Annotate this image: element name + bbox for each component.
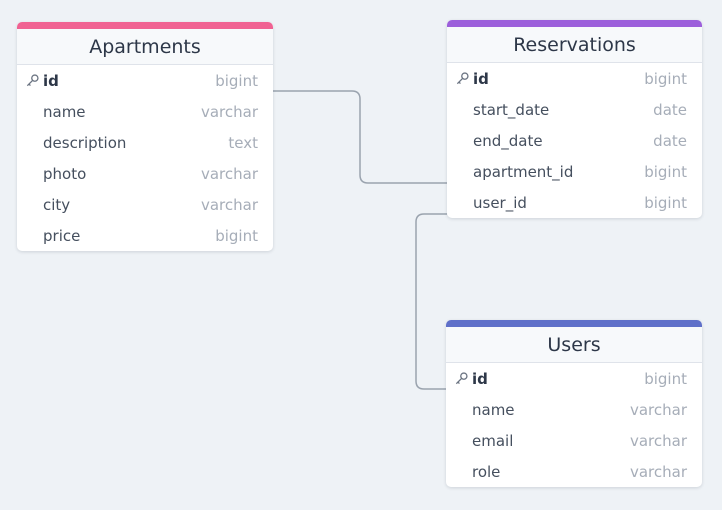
field-type: varchar	[200, 164, 258, 183]
field-type: varchar	[200, 102, 258, 121]
table-header[interactable]: Apartments	[17, 22, 273, 65]
field-row-apartment-id[interactable]: apartment_id bigint	[447, 156, 702, 187]
key-icon	[455, 372, 468, 385]
field-name: price	[43, 226, 81, 245]
relation-line-user[interactable]	[415, 213, 447, 390]
field-type: varchar	[200, 195, 258, 214]
field-type: varchar	[629, 462, 687, 481]
field-name: start_date	[473, 100, 550, 119]
field-name: id	[43, 71, 59, 90]
field-type: bigint	[644, 69, 687, 88]
field-type: text	[228, 133, 258, 152]
field-row-id[interactable]: id bigint	[447, 63, 702, 94]
field-type: bigint	[215, 226, 258, 245]
field-row-user-id[interactable]: user_id bigint	[447, 187, 702, 218]
field-name: end_date	[473, 131, 543, 150]
table-header[interactable]: Reservations	[447, 20, 702, 63]
field-row-id[interactable]: id bigint	[17, 65, 273, 96]
table-users[interactable]: Users id bigint name varchar email varch…	[446, 320, 702, 487]
table-reservations[interactable]: Reservations id bigint start_date date e…	[447, 20, 702, 218]
field-row-email[interactable]: email varchar	[446, 425, 702, 456]
field-row-name[interactable]: name varchar	[446, 394, 702, 425]
field-name: description	[43, 133, 127, 152]
key-icon	[26, 74, 39, 87]
key-icon	[456, 72, 469, 85]
field-row-start-date[interactable]: start_date date	[447, 94, 702, 125]
field-name: email	[472, 431, 514, 450]
field-name: city	[43, 195, 71, 214]
field-name: photo	[43, 164, 87, 183]
field-type: date	[653, 131, 687, 150]
field-type: bigint	[644, 162, 687, 181]
field-type: date	[653, 100, 687, 119]
field-name: name	[43, 102, 86, 121]
relation-line-apartment[interactable]	[273, 90, 447, 184]
field-type: bigint	[644, 193, 687, 212]
field-type: varchar	[629, 400, 687, 419]
field-name: id	[473, 69, 489, 88]
table-header[interactable]: Users	[446, 320, 702, 363]
table-title: Reservations	[513, 33, 636, 56]
field-type: varchar	[629, 431, 687, 450]
field-row-city[interactable]: city varchar	[17, 189, 273, 220]
field-name: apartment_id	[473, 162, 574, 181]
field-row-description[interactable]: description text	[17, 127, 273, 158]
field-row-role[interactable]: role varchar	[446, 456, 702, 487]
field-name: id	[472, 369, 488, 388]
field-row-photo[interactable]: photo varchar	[17, 158, 273, 189]
field-row-price[interactable]: price bigint	[17, 220, 273, 251]
field-type: bigint	[215, 71, 258, 90]
field-name: user_id	[473, 193, 527, 212]
field-row-name[interactable]: name varchar	[17, 96, 273, 127]
table-apartments[interactable]: Apartments id bigint name varchar descri…	[17, 22, 273, 251]
field-row-id[interactable]: id bigint	[446, 363, 702, 394]
field-type: bigint	[644, 369, 687, 388]
field-name: name	[472, 400, 515, 419]
table-title: Users	[547, 333, 601, 356]
field-row-end-date[interactable]: end_date date	[447, 125, 702, 156]
field-name: role	[472, 462, 501, 481]
table-title: Apartments	[89, 35, 201, 58]
